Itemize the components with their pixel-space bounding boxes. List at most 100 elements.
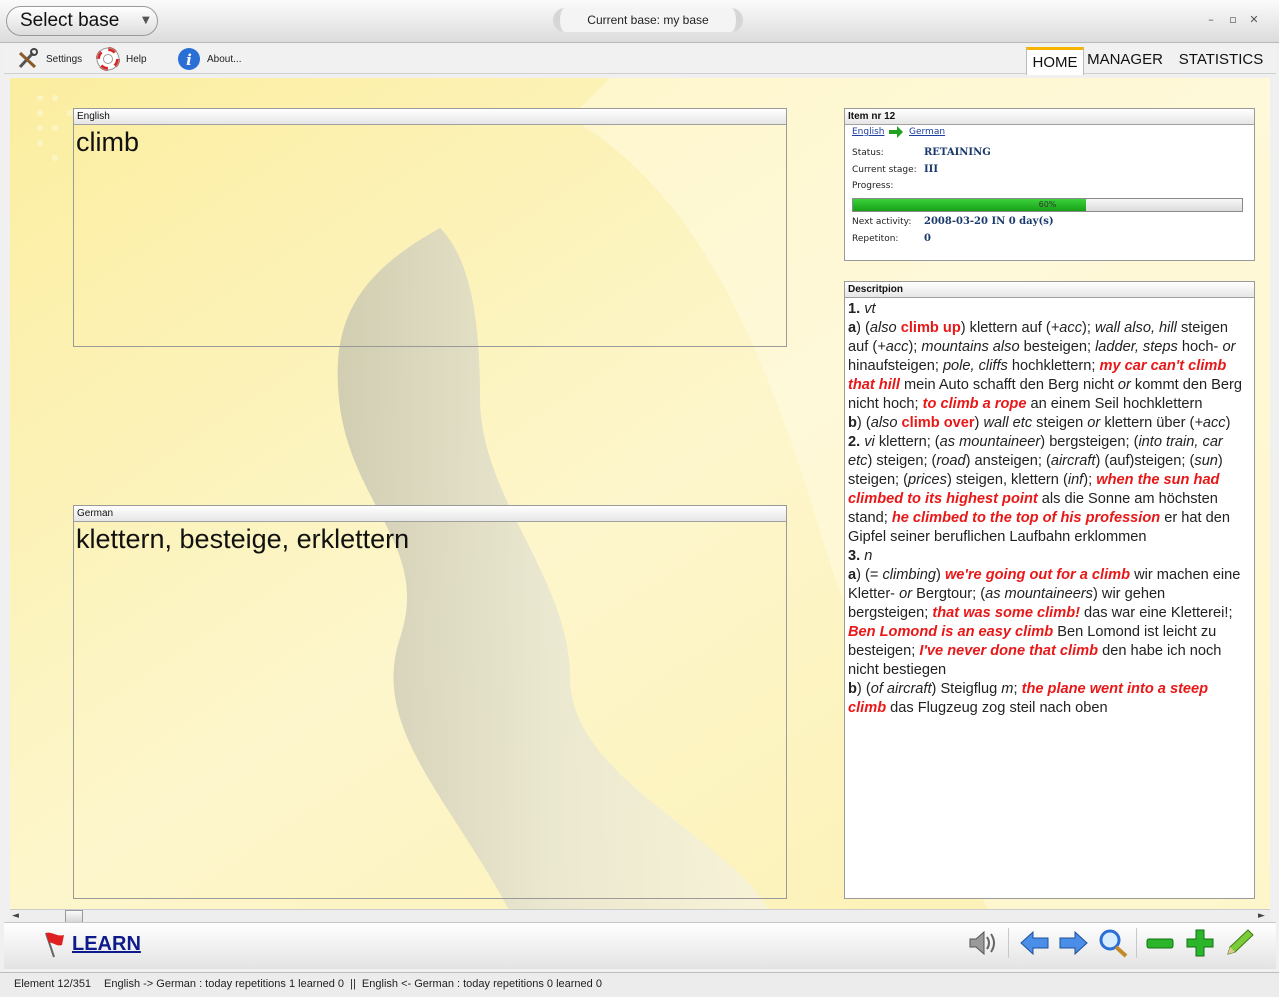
repetition-summary: English -> German : today repetitions 1 … [104, 978, 602, 990]
description-text: 1. vt a) (also climb up) klettern auf (+a… [848, 300, 1248, 718]
description-fragment: b [848, 681, 857, 697]
progress-text: 60% [1038, 200, 1057, 209]
description-line: 1. vt [848, 300, 1248, 319]
stage-value: III [924, 164, 939, 175]
close-button[interactable]: ✕ [1246, 12, 1262, 28]
item-info-panel: Item nr 12 [844, 108, 1255, 261]
description-fragment: besteigen; [1019, 339, 1096, 355]
description-fragment: aircraft [1050, 453, 1096, 469]
flag-icon [45, 932, 64, 958]
tools-icon [18, 48, 38, 69]
svg-text:i: i [186, 51, 192, 69]
tab-manager[interactable]: MANAGER [1084, 47, 1166, 73]
description-fragment: hochklettern; [1007, 358, 1100, 374]
select-base-label: Select base [20, 10, 120, 31]
chevron-down-icon: ▼ [142, 15, 150, 26]
info-icon: i [178, 48, 200, 70]
example-phrase: climb over [901, 415, 975, 431]
description-fragment: ) [936, 567, 945, 583]
description-line: b) (also climb over) wall etc steigen or… [848, 414, 1248, 433]
description-fragment: mountains also [921, 339, 1020, 355]
about-button[interactable]: i About... [177, 47, 241, 71]
search-icon[interactable] [1096, 928, 1130, 958]
example-phrase: that was some climb! [932, 605, 1080, 621]
description-fragment: ) [1225, 415, 1231, 431]
description-fragment: ) bergsteigen; ( [1040, 434, 1139, 450]
pencil-icon[interactable] [1222, 928, 1256, 958]
description-fragment: a [848, 567, 857, 583]
settings-label: Settings [46, 53, 83, 65]
next-activity-value: 2008-03-20 IN 0 day(s) [924, 216, 1054, 227]
description-fragment: ); [908, 339, 922, 355]
description-fragment: mein Auto schafft den Berg nicht [899, 377, 1118, 393]
remove-icon[interactable] [1143, 928, 1177, 958]
description-line: a) (= climbing) we're going out for a cl… [848, 566, 1248, 680]
arrow-left-icon[interactable] [1018, 928, 1052, 958]
description-fragment: pole, cliffs [942, 358, 1008, 374]
description-line: a) (also climb up) klettern auf (+acc); … [848, 319, 1248, 414]
learn-button[interactable]: LEARN [38, 927, 141, 961]
help-label: Help [126, 53, 147, 65]
description-fragment: vi [864, 434, 875, 450]
description-fragment: vt [864, 301, 876, 317]
description-line: b) (of aircraft) Steigflug m; the plane … [848, 680, 1248, 718]
status-value: RETAINING [924, 147, 991, 158]
description-fragment: 1. [848, 301, 861, 317]
description-line: 3. n [848, 547, 1248, 566]
arrow-right-icon[interactable] [1056, 928, 1090, 958]
description-fragment: or [1087, 415, 1101, 431]
stage-label: Current stage: [852, 165, 917, 175]
description-fragment: ); [1083, 472, 1097, 488]
toolbar-divider [1136, 928, 1137, 958]
status-label: Status: [852, 148, 884, 158]
description-fragment: m [1001, 681, 1014, 697]
description-fragment: wall etc [983, 415, 1033, 431]
about-label: About... [207, 53, 242, 65]
speaker-icon[interactable] [966, 928, 1000, 958]
description-line: 2. vi klettern; (as mountaineer) bergste… [848, 433, 1248, 547]
example-phrase: he climbed to the top of his profession [891, 510, 1161, 526]
example-phrase: we're going out for a climb [944, 567, 1131, 583]
description-fragment: steigen [1032, 415, 1088, 431]
description-fragment: ) ( [856, 681, 871, 697]
description-fragment: ) klettern auf ( [960, 320, 1051, 336]
example-phrase: I've never done that climb [919, 643, 1099, 659]
tab-statistics[interactable]: STATISTICS [1170, 47, 1272, 73]
description-fragment: das Flugzeug zog steil nach oben [886, 700, 1108, 716]
description-fragment: as mountaineers [985, 586, 1093, 602]
description-fragment: b [848, 415, 857, 431]
repetition-label: Repetiton: [852, 234, 899, 244]
select-base-dropdown[interactable]: Select base ▼ [6, 6, 158, 36]
description-fragment: +acc [1194, 415, 1226, 431]
progress-bar: 60% [852, 198, 1243, 212]
description-fragment: of aircraft [870, 681, 932, 697]
scroll-right-arrow-icon[interactable]: ► [1258, 911, 1265, 921]
tab-home[interactable]: HOME [1026, 47, 1084, 75]
target-language-link[interactable]: German [909, 127, 945, 137]
description-fragment: 2. [848, 434, 861, 450]
description-fragment: +acc [1050, 320, 1082, 336]
description-fragment: ) (auf)steigen; ( [1095, 453, 1195, 469]
question-language-label: English [74, 109, 786, 125]
description-fragment: ) (= [856, 567, 883, 583]
add-icon[interactable] [1183, 928, 1217, 958]
scroll-left-arrow-icon[interactable]: ◄ [12, 911, 19, 921]
help-button[interactable]: Help [96, 47, 147, 71]
description-fragment: also [869, 320, 901, 336]
settings-button[interactable]: Settings [16, 47, 82, 71]
description-fragment: or [1222, 339, 1236, 355]
description-panel: Descritpion 1. vt a) (also climb up) klet… [844, 281, 1255, 899]
minimize-button[interactable]: – [1203, 12, 1219, 28]
description-fragment: ) ansteigen; ( [965, 453, 1051, 469]
maximize-button[interactable]: ▫ [1225, 12, 1241, 28]
description-fragment: klettern über ( [1100, 415, 1195, 431]
source-language-link[interactable]: English [852, 127, 885, 137]
element-counter: Element 12/351 [14, 978, 92, 990]
answer-word: klettern, besteige, erklettern [76, 524, 410, 554]
description-fragment: inf [1067, 472, 1084, 488]
description-fragment: wall also, hill [1094, 320, 1177, 336]
description-fragment: hinaufsteigen; [848, 358, 943, 374]
repetition-value: 0 [924, 233, 931, 244]
horizontal-scrollbar[interactable]: ◄ ► [10, 909, 1270, 923]
description-fragment: ) ( [856, 320, 870, 336]
